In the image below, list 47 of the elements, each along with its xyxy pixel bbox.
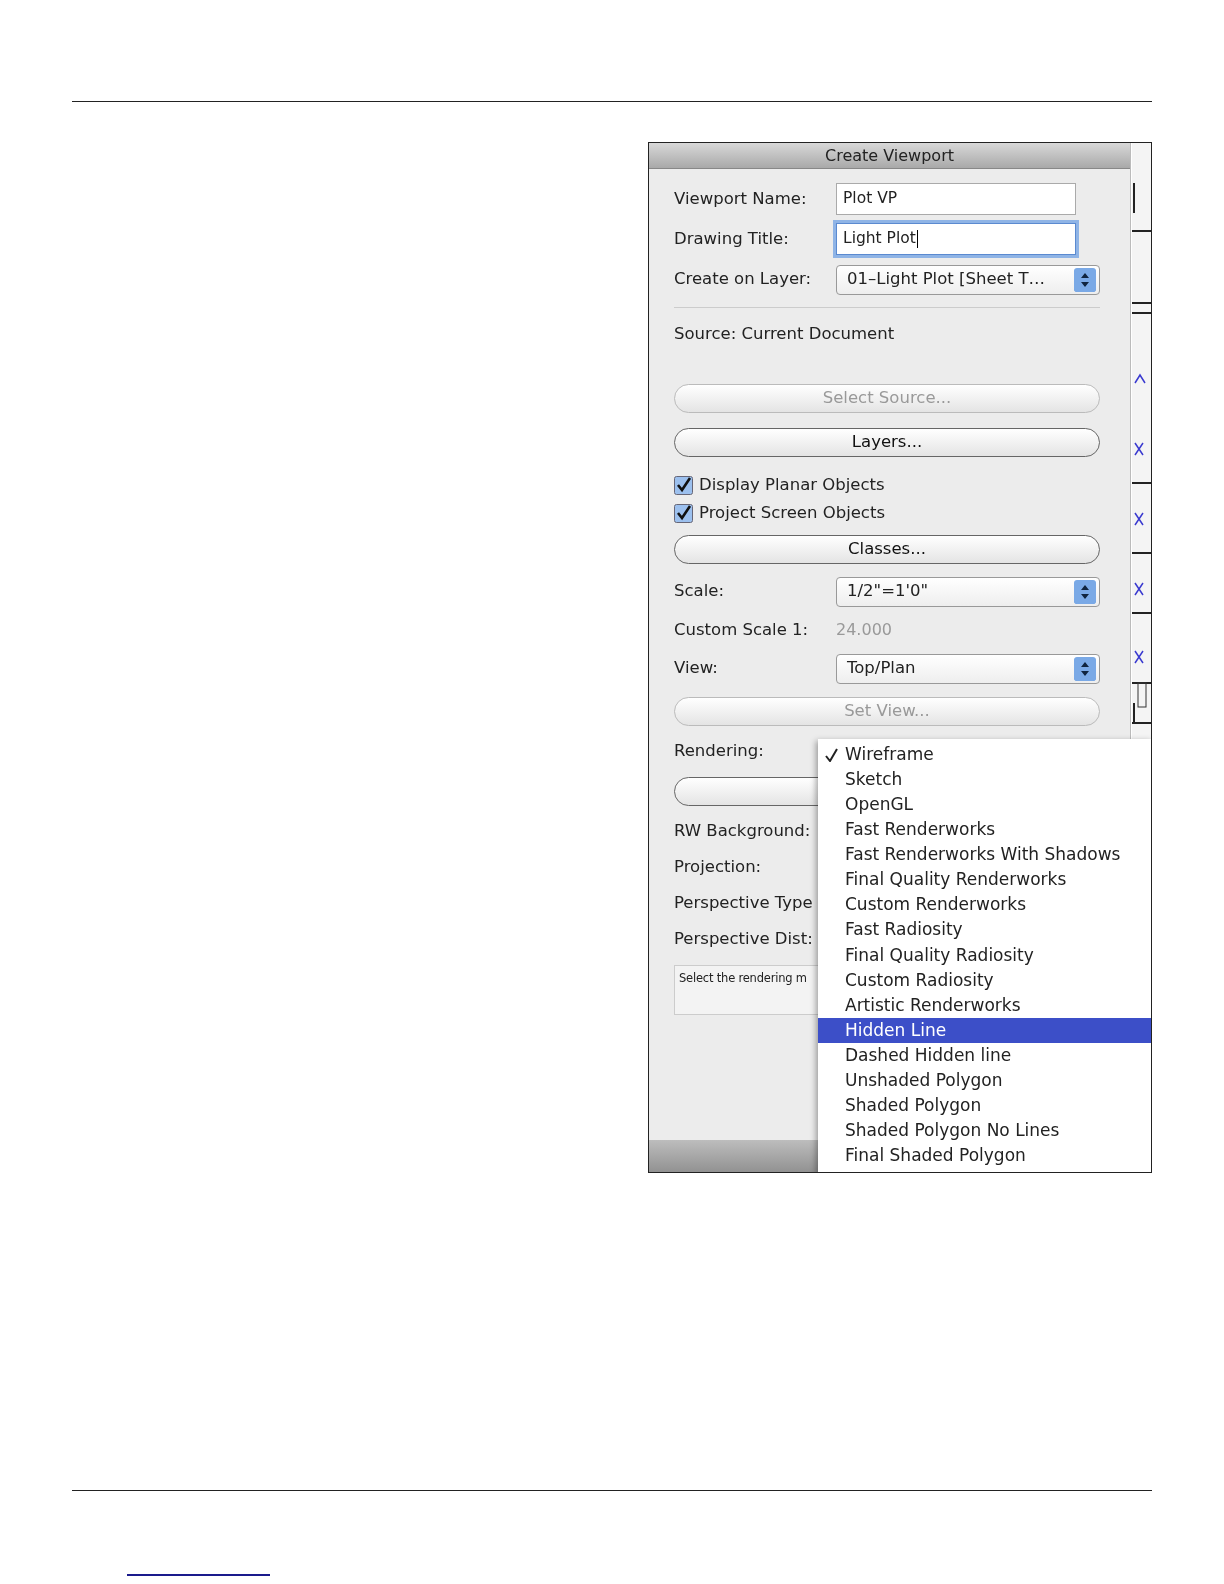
- checkmark-icon: [825, 747, 838, 762]
- field-label: Viewport Name:: [674, 187, 808, 210]
- menu-item[interactable]: Dashed Hidden line: [818, 1043, 1151, 1069]
- menu-item[interactable]: Sketch: [818, 767, 1151, 793]
- checkbox[interactable]: [674, 503, 693, 523]
- menu-item[interactable]: Hidden Line: [818, 1018, 1151, 1044]
- menu-item[interactable]: Fast Renderworks With Shadows: [818, 842, 1151, 868]
- field-label: Perspective Type: [674, 891, 813, 914]
- field-value: 24.000: [836, 619, 892, 641]
- field-label: Custom Scale 1:: [674, 618, 810, 641]
- menu-item[interactable]: OpenGL: [818, 792, 1151, 818]
- field-label: Projection:: [674, 855, 762, 878]
- menu-item[interactable]: Custom Radiosity: [818, 967, 1151, 993]
- checkbox-label: Display Planar Objects: [699, 473, 885, 496]
- stepper-icon: [1074, 656, 1096, 681]
- menu-item[interactable]: Artistic Renderworks: [818, 992, 1151, 1019]
- checkbox[interactable]: [674, 475, 693, 495]
- menu-item[interactable]: Custom Renderworks: [818, 892, 1151, 918]
- dropdown[interactable]: 1/2"=1'0": [836, 576, 1100, 607]
- menu-item[interactable]: Final Quality Radiosity: [818, 942, 1151, 968]
- field-label: View:: [674, 657, 719, 680]
- menu-item[interactable]: Unshaded Polygon: [818, 1068, 1151, 1094]
- field-label: Perspective Dist:: [674, 927, 813, 950]
- push-button[interactable]: Classes...: [674, 534, 1100, 564]
- menu-item[interactable]: Final Quality Renderworks: [818, 867, 1151, 893]
- push-button[interactable]: Layers...: [674, 427, 1100, 457]
- menu-item[interactable]: Wireframe: [818, 742, 1151, 768]
- stepper-icon: [1074, 579, 1096, 604]
- input-field[interactable]: Light Plot: [836, 223, 1076, 255]
- field-label: RW Background:: [674, 819, 811, 842]
- source-text: Source: Current Document: [674, 323, 895, 345]
- menu-item[interactable]: Shaded Polygon: [818, 1093, 1151, 1119]
- menu-item[interactable]: Shaded Polygon No Lines: [818, 1118, 1151, 1144]
- menu-item[interactable]: Fast Radiosity: [818, 917, 1151, 943]
- stepper-icon: [1074, 267, 1096, 292]
- field-label: Drawing Title:: [674, 227, 790, 250]
- input-field[interactable]: Plot VP: [836, 183, 1076, 215]
- checkbox-label: Project Screen Objects: [699, 501, 885, 524]
- field-label: Rendering:: [674, 739, 764, 762]
- field-label: Create on Layer:: [674, 268, 813, 291]
- menu-item[interactable]: Final Shaded Polygon: [818, 1143, 1151, 1169]
- menu-item[interactable]: Fast Renderworks: [818, 817, 1151, 843]
- window-title: Create Viewport: [649, 143, 1130, 169]
- dropdown[interactable]: Top/Plan: [836, 653, 1100, 684]
- field-label: Scale:: [674, 580, 725, 603]
- dropdown[interactable]: 01–Light Plot [Sheet T…: [836, 264, 1100, 295]
- help-text: Select the rendering m: [679, 970, 807, 987]
